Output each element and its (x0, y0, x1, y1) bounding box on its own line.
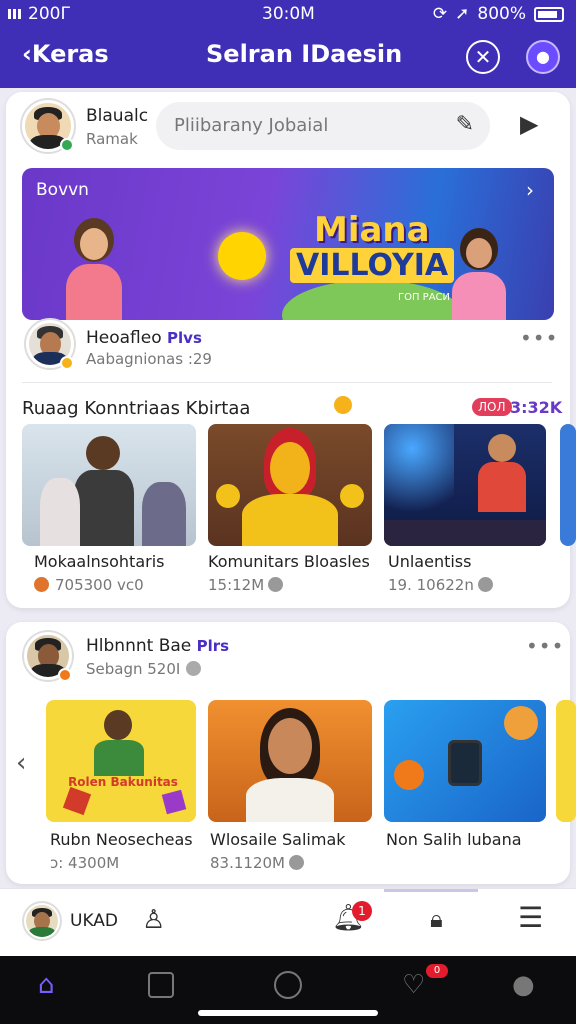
video-thumb-3[interactable] (384, 424, 546, 546)
battery-percent: 800% (477, 4, 526, 24)
user-icon[interactable]: ♙ (142, 905, 165, 935)
lock-icon[interactable]: 🔒︎ (430, 905, 443, 933)
viewer-count: 3:32K (510, 398, 563, 417)
promo-banner[interactable]: Bovvn › Miana VILLOYIA ГОП РАСИ (22, 168, 554, 320)
video-meta-3: 19. 10622n (388, 576, 493, 594)
status-time: 30:0M (262, 4, 315, 24)
post-author-sub: Aabagnionas :29 (86, 350, 212, 368)
post2-author-name: Hlbnnnt Bae Plrs (86, 636, 230, 656)
verified-badge (60, 356, 74, 370)
square-icon[interactable] (148, 972, 174, 998)
search-input[interactable]: Pliibarany Jobaial ✎ (156, 102, 490, 150)
carousel-title-2[interactable]: Wlosaile Salimak (210, 830, 346, 849)
notification-badge: 1 (352, 901, 372, 921)
home-indicator[interactable] (198, 1010, 378, 1016)
composer-user-name: Blaualc (86, 106, 149, 126)
menu-icon[interactable]: ☰ (518, 901, 543, 934)
post-author-name: Heoafleo Plvs (86, 328, 202, 348)
search-placeholder: Pliibarany Jobaial (174, 115, 329, 136)
carousel-thumb-2[interactable] (208, 700, 372, 822)
active-indicator (384, 889, 478, 892)
live-pill: ЛОЛ (472, 398, 512, 416)
heart-badge: 0 (426, 964, 448, 978)
carousel-prev-icon[interactable]: ‹ (16, 748, 26, 778)
mic-icon: ● (536, 47, 550, 66)
carousel-thumb-peek[interactable] (556, 700, 576, 822)
clock-icon (268, 577, 284, 592)
video-thumb-2[interactable] (208, 424, 372, 546)
video-title-1[interactable]: Mokaalnsohtaris (34, 552, 164, 571)
more-options-icon[interactable]: ••• (526, 634, 564, 658)
more-options-icon[interactable]: ••• (520, 326, 558, 350)
sun-illustration (218, 232, 266, 280)
clock-icon (477, 577, 493, 592)
plus-badge: Plrs (196, 637, 230, 655)
video-title-3[interactable]: Unlaentiss (388, 552, 471, 571)
section-title: Ruaag Konntriaas Kbirtaa (22, 398, 251, 419)
carousel-title-3[interactable]: Non Salih lubana (386, 830, 522, 849)
divider (22, 382, 552, 383)
battery-icon (534, 6, 564, 22)
clock-icon (288, 855, 304, 870)
bottom-action-bar: UKAD ♙ 🔔︎ 1 🔒︎ ☰ (0, 888, 576, 956)
banner-subtitle: VILLOYIA (290, 248, 455, 283)
me-avatar[interactable] (24, 903, 60, 939)
plus-badge: Plvs (167, 329, 202, 347)
carousel-thumb-1[interactable]: Rolen Bakunitas (46, 700, 196, 822)
page-title: Selran IDaesin (206, 40, 403, 68)
fire-icon (34, 577, 49, 592)
status-right: ⟳ ➚ 800% (433, 4, 564, 24)
video-meta-2: 15:12M (208, 576, 284, 594)
online-badge (60, 138, 74, 152)
status-left: 200Г (8, 4, 71, 24)
close-icon: ✕ (474, 45, 492, 69)
location-icon: ➚ (455, 4, 470, 24)
carousel-title-1[interactable]: Rubn Neosecheas (50, 830, 193, 849)
assistant-button[interactable]: ● (526, 40, 560, 74)
banner-title: Miana (314, 210, 430, 250)
post2-author-sub: Sebagn 520I (86, 660, 202, 678)
me-label[interactable]: UKAD (70, 911, 118, 931)
top-app-bar: 200Г 30:0M ⟳ ➚ 800% ‹Keras Selran IDaesi… (0, 0, 576, 88)
back-button[interactable]: ‹Keras (22, 40, 109, 68)
video-thumb-1[interactable] (22, 424, 196, 546)
signal-icon (8, 9, 24, 19)
profile-icon[interactable]: ● (512, 970, 535, 1000)
circle-icon[interactable] (274, 971, 302, 999)
play-icon[interactable]: ▶ (520, 110, 538, 138)
video-thumb-peek[interactable] (560, 424, 576, 546)
home-icon[interactable]: ⌂ (38, 970, 55, 1000)
video-meta-1: 705300 vc0 (34, 576, 144, 594)
chevron-left-icon: ‹ (22, 40, 32, 68)
back-label: Keras (31, 40, 109, 68)
sync-icon: ⟳ (432, 4, 448, 24)
banner-tagline: ГОП РАСИ (398, 292, 451, 303)
video-title-2[interactable]: Komunitars Bloasles (208, 552, 370, 571)
status-bar: 200Г 30:0M ⟳ ➚ 800% (0, 0, 576, 28)
emoji-icon (334, 396, 352, 414)
close-button[interactable]: ✕ (466, 40, 500, 74)
banner-label: Bovvn (36, 180, 89, 200)
globe-icon (186, 661, 202, 676)
composer-user-sub: Ramak (86, 130, 138, 148)
carousel-meta-1: ↄ: 4300M (50, 854, 120, 872)
heart-icon[interactable]: ♡ (402, 970, 425, 1000)
carousel-meta-2: 83.1120M (210, 854, 304, 872)
pen-icon[interactable]: ✎ (456, 112, 474, 137)
chevron-right-icon[interactable]: › (526, 178, 534, 202)
carousel-thumb-3[interactable] (384, 700, 546, 822)
status-badge (58, 668, 72, 682)
